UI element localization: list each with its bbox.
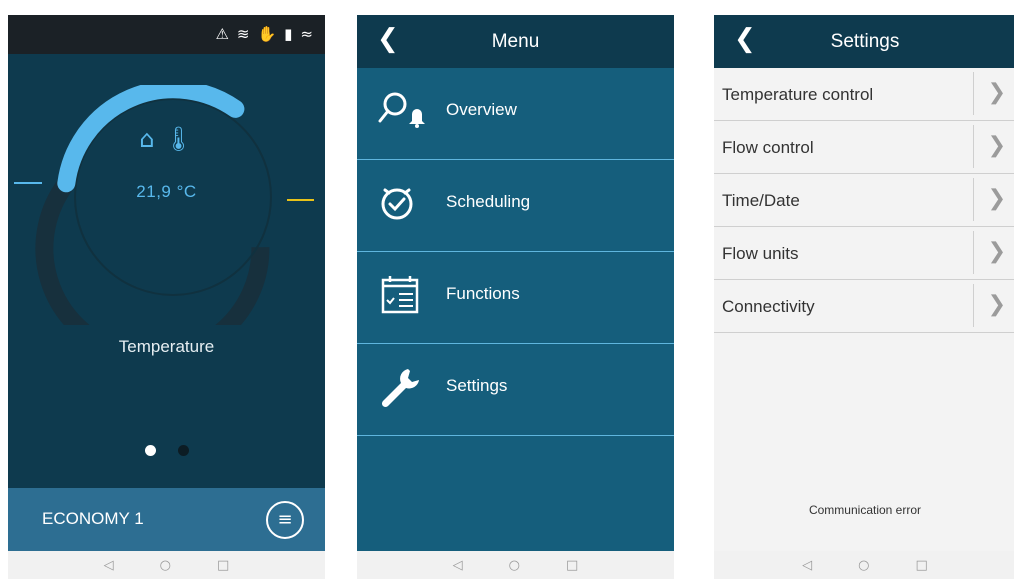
settings-item-time-date[interactable]: Time/Date ❯ [714, 174, 1014, 227]
page-dot-active[interactable] [144, 445, 156, 456]
settings-item-label: Time/Date [722, 191, 800, 210]
calendar-icon [381, 276, 419, 314]
back-nav-icon[interactable]: ◁ [104, 559, 114, 572]
communication-error-toast: Communication error [808, 503, 922, 517]
settings-header: ❮ Settings [714, 15, 1014, 68]
warning-icon: ⚠ [215, 25, 229, 43]
settings-item-flow-control[interactable]: Flow control ❯ [714, 121, 1014, 174]
android-navbar: ◁ ○ □ [714, 551, 1014, 579]
settings-item-connectivity[interactable]: Connectivity ❯ [714, 280, 1014, 333]
android-navbar: ◁ ○ □ [8, 551, 325, 579]
divider [973, 284, 974, 327]
page-indicator [8, 445, 325, 456]
menu-screen: ❮ Menu Overview Scheduling Functions Set… [357, 15, 674, 579]
recents-nav-icon[interactable]: □ [916, 559, 928, 572]
thermometer-icon: 🌡 [163, 125, 194, 153]
menu-item-label: Overview [446, 100, 517, 119]
menu-item-label: Settings [446, 376, 508, 395]
menu-list: Overview Scheduling Functions Settings [357, 68, 674, 436]
settings-item-label: Connectivity [722, 297, 815, 316]
settings-item-temperature-control[interactable]: Temperature control ❯ [714, 68, 1014, 121]
divider [973, 125, 974, 168]
menu-item-scheduling[interactable]: Scheduling [357, 160, 674, 252]
page-title: Menu [491, 31, 540, 52]
house-icon: ⌂ [139, 125, 155, 153]
settings-item-label: Flow units [722, 244, 799, 263]
status-bar: ⚠ ≋ ✋ ▮ ≈ [8, 15, 325, 54]
settings-item-flow-units[interactable]: Flow units ❯ [714, 227, 1014, 280]
menu-item-functions[interactable]: Functions [357, 252, 674, 344]
chevron-right-icon[interactable]: ❯ [988, 292, 1006, 318]
page-dot-inactive[interactable] [177, 445, 189, 456]
back-nav-icon[interactable]: ◁ [802, 559, 812, 572]
temperature-value: 21,9 °C [136, 182, 197, 201]
settings-item-label: Flow control [722, 138, 814, 157]
recents-nav-icon[interactable]: □ [566, 559, 578, 572]
home-screen: ⚠ ≋ ✋ ▮ ≈ ⌂ 🌡 21,9 °C Temperature ECONOM… [8, 15, 325, 579]
home-nav-icon[interactable]: ○ [509, 559, 520, 572]
menu-item-overview[interactable]: Overview [357, 68, 674, 160]
settings-list: Temperature control ❯ Flow control ❯ Tim… [714, 68, 1014, 333]
chevron-right-icon[interactable]: ❯ [988, 133, 1006, 159]
settings-screen: ❮ Settings Temperature control ❯ Flow co… [714, 15, 1014, 579]
chevron-right-icon[interactable]: ❯ [988, 239, 1006, 265]
mode-label: ECONOMY 1 [42, 509, 144, 528]
chevron-right-icon[interactable]: ❯ [988, 80, 1006, 106]
menu-item-label: Scheduling [446, 192, 531, 211]
page-title: Settings [830, 31, 900, 52]
gauge-icons: ⌂ 🌡 [8, 125, 325, 153]
menu-header: ❮ Menu [357, 15, 674, 68]
menu-button[interactable]: ≡ [266, 501, 304, 539]
divider [973, 178, 974, 221]
settings-item-label: Temperature control [722, 85, 874, 104]
defrost-icon: ≋ [236, 25, 250, 43]
menu-icon: ≡ [277, 509, 293, 530]
menu-item-settings[interactable]: Settings [357, 344, 674, 436]
home-nav-icon[interactable]: ○ [858, 559, 869, 572]
overview-icon [378, 92, 425, 128]
hand-icon: ✋ [257, 25, 277, 43]
gauge-track [35, 177, 270, 325]
home-nav-icon[interactable]: ○ [160, 559, 171, 572]
temperature-label: Temperature [118, 337, 215, 356]
menu-item-label: Functions [446, 284, 520, 303]
divider [973, 72, 974, 115]
recents-nav-icon[interactable]: □ [217, 559, 229, 572]
temperature-gauge[interactable] [8, 85, 325, 325]
heat-icon: ≈ [300, 25, 313, 43]
mode-bar: ECONOMY 1 ≡ [8, 488, 325, 551]
chevron-right-icon[interactable]: ❯ [988, 186, 1006, 212]
wrench-icon [381, 369, 419, 408]
android-navbar: ◁ ○ □ [357, 551, 674, 579]
suitcase-icon: ▮ [284, 25, 293, 43]
divider [973, 231, 974, 274]
back-nav-icon[interactable]: ◁ [453, 559, 463, 572]
clock-icon [381, 188, 413, 220]
